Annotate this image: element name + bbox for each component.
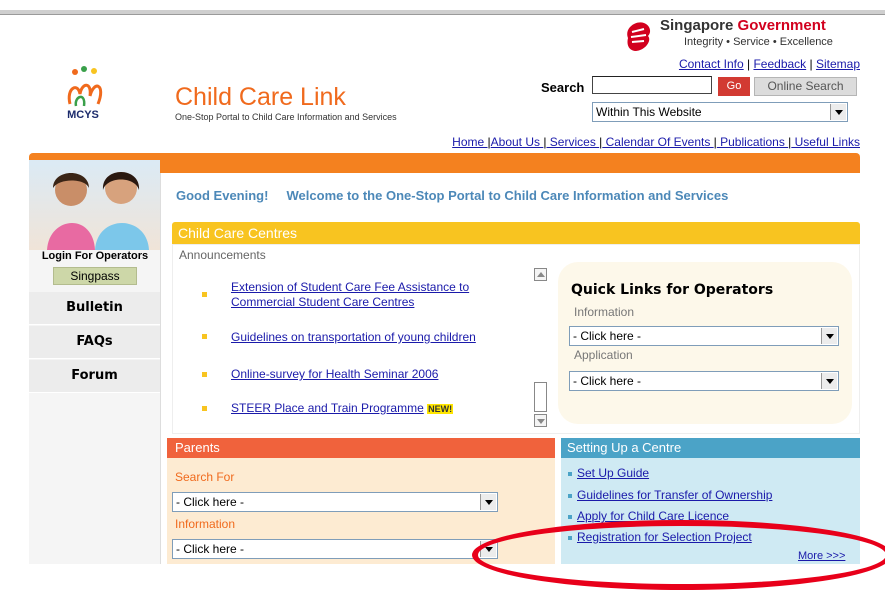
announcement-link[interactable]: Extension of Student Care Fee Assistance… xyxy=(231,280,511,310)
announcements-label: Announcements xyxy=(179,248,266,262)
announcement-link[interactable]: STEER Place and Train Programme xyxy=(231,401,424,415)
bullet-icon xyxy=(568,472,572,476)
quick-links-information-label: Information xyxy=(574,305,635,319)
new-badge: NEW! xyxy=(427,404,454,414)
red-highlight-circle xyxy=(472,520,885,590)
scroll-down-arrow-icon[interactable] xyxy=(534,414,547,427)
nav-about-us[interactable]: About Us xyxy=(491,135,544,149)
children-photo-icon xyxy=(47,172,149,250)
login-for-operators-label: Login For Operators xyxy=(41,250,149,262)
bullet-icon xyxy=(568,515,572,519)
government-title: Singapore Government xyxy=(660,17,826,34)
online-search-button[interactable]: Online Search xyxy=(754,77,857,96)
search-scope-select[interactable]: Within This Website xyxy=(592,102,848,122)
search-scope-value: Within This Website xyxy=(596,105,702,119)
welcome-message: Welcome to the One-Stop Portal to Child … xyxy=(286,188,729,203)
announcement-item: STEER Place and Train Programme NEW! xyxy=(231,401,454,416)
bullet-icon xyxy=(202,334,207,339)
government-tagline: Integrity • Service • Excellence xyxy=(684,36,833,48)
parents-information-label: Information xyxy=(175,517,236,531)
bullet-icon xyxy=(202,406,207,411)
bullet-icon xyxy=(202,292,207,297)
government-title-part1: Singapore xyxy=(660,17,734,34)
greeting-line: Good Evening! Welcome to the One-Stop Po… xyxy=(176,188,728,203)
chevron-down-icon xyxy=(830,104,846,120)
site-title: Child Care Link xyxy=(175,83,346,111)
parents-header: Parents xyxy=(167,438,555,458)
forum-button[interactable]: Forum xyxy=(29,360,160,393)
bullet-icon xyxy=(568,494,572,498)
contact-info-link[interactable]: Contact Info xyxy=(679,57,744,71)
children-photo xyxy=(29,160,160,250)
bulletin-button[interactable]: Bulletin xyxy=(29,292,160,325)
quick-links-application-select[interactable]: - Click here - xyxy=(569,371,839,391)
mcys-logo-text: MCYS xyxy=(67,109,99,121)
site-subtitle: One-Stop Portal to Child Care Informatio… xyxy=(175,112,397,122)
announcement-link[interactable]: Online-survey for Health Seminar 2006 xyxy=(231,367,438,382)
faqs-button[interactable]: FAQs xyxy=(29,326,160,359)
nav-publications[interactable]: Publications xyxy=(717,135,788,149)
go-button[interactable]: Go xyxy=(718,77,750,96)
parents-search-for-label: Search For xyxy=(175,470,235,484)
quick-links-title: Quick Links for Operators xyxy=(571,282,774,298)
nav-home[interactable]: Home xyxy=(452,135,487,149)
main-nav: Home |About Us | Services | Calendar Of … xyxy=(452,135,860,149)
parents-search-for-select[interactable]: - Click here - xyxy=(172,492,498,512)
quick-links-information-value: - Click here - xyxy=(573,329,642,343)
top-divider xyxy=(0,10,885,15)
chevron-down-icon xyxy=(821,373,837,389)
search-input[interactable] xyxy=(592,76,712,94)
quick-links-application-label: Application xyxy=(574,348,633,362)
nav-useful-links[interactable]: Useful Links xyxy=(791,135,860,149)
government-title-part2: Government xyxy=(737,17,826,34)
chevron-down-icon xyxy=(480,494,496,510)
quick-links-information-select[interactable]: - Click here - xyxy=(569,326,839,346)
nav-services[interactable]: Services xyxy=(546,135,599,149)
parents-information-value: - Click here - xyxy=(176,542,245,556)
nav-calendar-of-events[interactable]: Calendar Of Events xyxy=(602,135,713,149)
transfer-of-ownership-link[interactable]: Guidelines for Transfer of Ownership xyxy=(577,488,772,502)
greeting-salutation: Good Evening! xyxy=(176,188,269,203)
parents-search-for-value: - Click here - xyxy=(176,495,245,509)
singapore-lion-emblem-icon xyxy=(627,22,651,51)
set-up-guide-link[interactable]: Set Up Guide xyxy=(577,466,649,480)
quick-links-application-value: - Click here - xyxy=(573,374,642,388)
singpass-button[interactable]: Singpass xyxy=(53,267,137,285)
child-care-centres-header: Child Care Centres xyxy=(172,222,860,244)
chevron-down-icon xyxy=(821,328,837,344)
bullet-icon xyxy=(202,372,207,377)
setting-up-centre-header: Setting Up a Centre xyxy=(561,438,860,458)
feedback-link[interactable]: Feedback xyxy=(753,57,806,71)
utility-links: Contact Info | Feedback | Sitemap xyxy=(678,57,860,71)
scrollbar-thumb[interactable] xyxy=(534,382,547,412)
scroll-up-arrow-icon[interactable] xyxy=(534,268,547,281)
parents-information-select[interactable]: - Click here - xyxy=(172,539,498,559)
announcement-link[interactable]: Guidelines on transportation of young ch… xyxy=(231,330,476,345)
search-label: Search xyxy=(541,80,585,95)
sitemap-link[interactable]: Sitemap xyxy=(816,57,860,71)
